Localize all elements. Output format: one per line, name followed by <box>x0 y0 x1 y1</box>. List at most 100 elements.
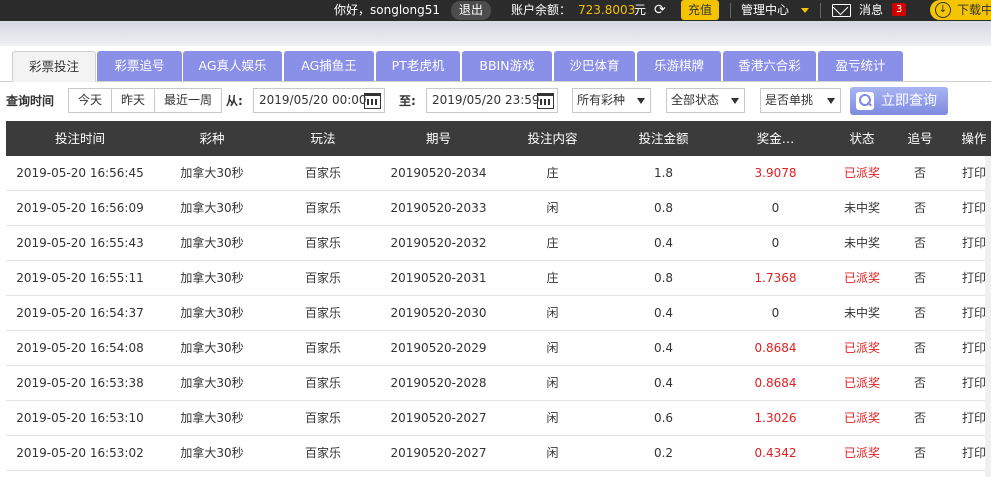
tab-lottery-chase[interactable]: 彩票追号 <box>97 51 182 81</box>
cell-content: 庄 <box>546 271 559 285</box>
balance-label: 账户余额： <box>511 3 572 17</box>
col-issue: 期号 <box>425 131 451 146</box>
cell-lottery: 加拿大30秒 <box>180 446 244 460</box>
dropdown-arrow-icon <box>827 98 835 104</box>
download-label: 下载中心 <box>957 3 991 17</box>
balance-unit: 元 <box>634 3 647 17</box>
cell-issue: 20190520-2029 <box>390 341 487 355</box>
cell-amount: 1.8 <box>653 166 674 180</box>
cell-chase: 否 <box>913 446 926 460</box>
cell-play: 百家乐 <box>304 341 341 355</box>
cell-lottery: 加拿大30秒 <box>180 201 244 215</box>
logout-button[interactable]: 退出 <box>451 1 492 20</box>
lottery-type-select[interactable]: 所有彩种 <box>572 88 651 113</box>
calendar-icon[interactable] <box>537 93 554 109</box>
col-prize: 奖金… <box>756 131 795 146</box>
cell-lottery: 加拿大30秒 <box>180 271 244 285</box>
tab-lottery-bet[interactable]: 彩票投注 <box>12 51 96 82</box>
table-row: 2019-05-20 16:56:45 加拿大30秒 百家乐 20190520-203… <box>6 156 991 191</box>
quick-range-group: 今天 昨天 最近一周 <box>68 88 223 113</box>
cell-amount: 0.4 <box>653 306 674 320</box>
tab-hk-mark-six[interactable]: 香港六合彩 <box>723 51 816 81</box>
tab-ag-live[interactable]: AG真人娱乐 <box>183 51 282 81</box>
bet-records-table: 投注时间 彩种 玩法 期号 投注内容 投注金额 奖金… 状态 追号 操作 201… <box>6 121 991 477</box>
from-date-input[interactable]: 2019/05/20 00:00 <box>253 88 385 113</box>
tab-profit-stats[interactable]: 盈亏统计 <box>818 51 903 81</box>
cell-bet-time: 2019-05-20 16:54:08 <box>16 341 144 355</box>
divider <box>730 3 731 18</box>
status-select[interactable]: 全部状态 <box>666 88 745 113</box>
cell-prize: 0 <box>771 236 780 250</box>
cell-chase: 否 <box>913 271 926 285</box>
col-status: 状态 <box>849 131 875 146</box>
vertical-scrollbar[interactable] <box>985 156 991 477</box>
cell-prize: 0 <box>771 306 780 320</box>
divider <box>820 3 821 18</box>
single-pick-select[interactable]: 是否单挑 <box>760 88 841 113</box>
to-date-value: 2019/05/20 23:59 <box>432 93 540 107</box>
cell-play: 百家乐 <box>304 411 341 425</box>
cell-status: 未中奖 <box>843 236 880 250</box>
cell-status: 已派奖 <box>843 271 880 285</box>
range-today-button[interactable]: 今天 <box>69 89 113 112</box>
cell-status: 已派奖 <box>843 166 880 180</box>
table-row: 2019-05-20 16:54:37 加拿大30秒 百家乐 20190520-203… <box>6 296 991 331</box>
cell-status: 已派奖 <box>843 411 880 425</box>
cell-prize: 0.8684 <box>754 341 797 355</box>
query-time-label: 查询时间 <box>6 94 55 108</box>
filter-bar: 查询时间 今天 昨天 最近一周 从: 2019/05/20 00:00 至: 2… <box>0 86 991 116</box>
print-link[interactable]: 打印 <box>944 401 991 436</box>
col-bet-time: 投注时间 <box>54 131 105 146</box>
col-prize-label: 奖金 <box>756 131 782 146</box>
cell-bet-time: 2019-05-20 16:55:43 <box>16 236 144 250</box>
print-link[interactable]: 打印 <box>944 296 991 331</box>
chevron-down-icon[interactable] <box>801 8 809 13</box>
cell-lottery: 加拿大30秒 <box>180 411 244 425</box>
tab-pt-slots[interactable]: PT老虎机 <box>376 51 460 81</box>
tab-bbin-games[interactable]: BBIN游戏 <box>462 51 552 81</box>
range-yesterday-button[interactable]: 昨天 <box>112 89 156 112</box>
recharge-button[interactable]: 充值 <box>681 0 720 20</box>
cell-issue: 20190520-2027 <box>390 446 487 460</box>
to-label: 至: <box>399 94 416 108</box>
print-link[interactable]: 打印 <box>944 261 991 296</box>
print-link[interactable]: 打印 <box>944 156 991 191</box>
print-link[interactable]: 打印 <box>944 366 991 401</box>
cell-issue: 20190520-2030 <box>390 306 487 320</box>
cell-issue: 20190520-2034 <box>390 166 487 180</box>
col-lottery: 彩种 <box>199 131 225 146</box>
calendar-icon[interactable] <box>364 93 381 109</box>
cell-play: 百家乐 <box>304 446 341 460</box>
table-header: 投注时间 彩种 玩法 期号 投注内容 投注金额 奖金… 状态 追号 操作 <box>6 121 991 156</box>
print-link[interactable]: 打印 <box>944 226 991 261</box>
cell-prize: 1.3026 <box>754 411 797 425</box>
print-link[interactable]: 打印 <box>944 331 991 366</box>
tab-ag-fishing[interactable]: AG捕鱼王 <box>284 51 374 81</box>
tab-leyou-chess[interactable]: 乐游棋牌 <box>637 51 721 81</box>
refresh-icon[interactable]: ⟳ <box>654 3 669 18</box>
tab-saba-sports[interactable]: 沙巴体育 <box>554 51 635 81</box>
manage-center-menu[interactable]: 管理中心 <box>741 0 789 21</box>
cell-amount: 0.8 <box>653 201 674 215</box>
query-now-button[interactable]: 立即查询 <box>850 87 948 115</box>
download-center-button[interactable]: ↓ 下载中心 <box>930 0 991 20</box>
balance-value: 723.8003 <box>578 3 636 17</box>
cell-play: 百家乐 <box>304 306 341 320</box>
range-week-button[interactable]: 最近一周 <box>155 89 221 112</box>
table-row: 2019-05-20 16:54:08 加拿大30秒 百家乐 20190520-202… <box>6 331 991 366</box>
from-date-value: 2019/05/20 00:00 <box>259 93 367 107</box>
mail-icon[interactable] <box>832 4 851 17</box>
table-row: 2019-05-20 16:56:09 加拿大30秒 百家乐 20190520-203… <box>6 191 991 226</box>
table-row: 2019-05-20 16:55:43 加拿大30秒 百家乐 20190520-203… <box>6 226 991 261</box>
cell-lottery: 加拿大30秒 <box>180 236 244 250</box>
messages-link[interactable]: 消息 <box>859 0 883 21</box>
to-date-input[interactable]: 2019/05/20 23:59 <box>426 88 558 113</box>
cell-status: 未中奖 <box>843 306 880 320</box>
cell-content: 闲 <box>546 411 559 425</box>
cell-prize: 0.8684 <box>754 376 797 390</box>
print-link[interactable]: 打印 <box>944 191 991 226</box>
cell-issue: 20190520-2032 <box>390 236 487 250</box>
search-icon <box>856 92 874 110</box>
print-link[interactable]: 打印 <box>944 436 991 471</box>
cell-bet-time: 2019-05-20 16:53:38 <box>16 376 144 390</box>
